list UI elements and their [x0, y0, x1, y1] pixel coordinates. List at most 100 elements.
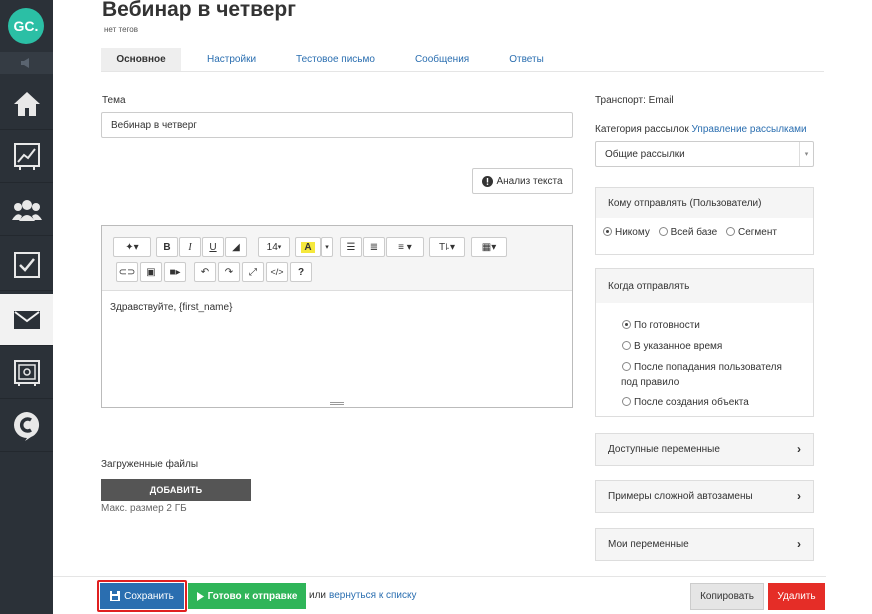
undo-icon: ↶ [200, 266, 210, 278]
magic-style-button[interactable]: ✦▾ [113, 237, 151, 257]
editor-toolbar: ✦▾ B I U ◢ 14 ▾ A ▾ ☰ ≣ ≡ ▾ T꜕▾ ▦▾ ⊂⊃ ▣ ■… [102, 226, 572, 291]
logo[interactable]: GC. [8, 8, 44, 44]
users-icon [11, 199, 42, 221]
editor-content[interactable]: Здравствуйте, {first_name} [110, 302, 232, 313]
exclamation-circle-icon [482, 175, 494, 187]
numbered-list-button[interactable]: ≣ [363, 237, 385, 257]
table-button[interactable]: ▦▾ [471, 237, 507, 257]
radio-icon [622, 397, 631, 406]
tab-settings[interactable]: Настройки [181, 48, 272, 71]
category-label: Категория рассылок Управление рассылками [595, 124, 807, 135]
align-icon: ≡ ▾ [398, 241, 412, 253]
tags-label[interactable]: нет тегов [104, 25, 138, 34]
when-title: Когда отправлять [596, 269, 813, 303]
video-button[interactable]: ■▸ [164, 262, 186, 282]
uploaded-files-label: Загруженные файлы [101, 459, 199, 470]
announcements-icon[interactable] [0, 52, 53, 74]
align-button[interactable]: ≡ ▾ [386, 237, 424, 257]
font-size-select[interactable]: 14 ▾ [258, 237, 290, 257]
radio-when-ready-label: По готовности [634, 320, 700, 331]
radio-segment[interactable]: Сегмент [725, 227, 777, 238]
save-button-label: Сохранить [124, 590, 174, 602]
radio-scheduled-time[interactable]: В указанное время [622, 336, 813, 357]
sidebar-item-users[interactable] [0, 184, 53, 236]
tab-bar: Основное Настройки Тестовое письмо Сообщ… [101, 48, 824, 72]
recipients-panel: Кому отправлять (Пользователи) Никому Вс… [595, 187, 814, 255]
ready-to-send-button[interactable]: Готово к отправке [188, 583, 306, 609]
back-to-list-link[interactable]: вернуться к списку [329, 590, 416, 601]
available-variables-section[interactable]: Доступные переменные › [595, 433, 814, 466]
fullscreen-button[interactable]: ⤢ [242, 262, 264, 282]
radio-after-object[interactable]: После создания объекта [622, 392, 813, 413]
link-button[interactable]: ⊂⊃ [116, 262, 138, 282]
email-editor[interactable]: ✦▾ B I U ◢ 14 ▾ A ▾ ☰ ≣ ≡ ▾ T꜕▾ ▦▾ ⊂⊃ ▣ ■… [101, 225, 573, 408]
autoreplace-examples-section[interactable]: Примеры сложной автозамены › [595, 480, 814, 513]
transport-label: Транспорт: Email [595, 95, 674, 106]
delete-button[interactable]: Удалить [768, 583, 825, 610]
tab-main[interactable]: Основное [101, 48, 181, 71]
radio-all-base[interactable]: Всей базе [658, 227, 717, 238]
radio-icon [725, 227, 735, 236]
play-icon [196, 591, 204, 601]
radio-scheduled-time-label: В указанное время [634, 341, 723, 352]
bullet-list-button[interactable]: ☰ [340, 237, 362, 257]
recipients-options: Никому Всей базе Сегмент [596, 218, 813, 238]
radio-icon [658, 227, 668, 236]
sidebar-item-stats[interactable] [0, 131, 53, 183]
fullscreen-icon: ⤢ [249, 266, 257, 278]
font-size-value: 14 [266, 241, 278, 253]
chat-icon [13, 411, 39, 441]
editor-resize-handle[interactable] [330, 402, 344, 405]
image-button[interactable]: ▣ [140, 262, 162, 282]
when-panel: Когда отправлять По готовности В указанн… [595, 268, 814, 417]
table-icon: ▦▾ [481, 241, 497, 253]
floppy-icon [110, 591, 121, 601]
link-icon: ⊂⊃ [118, 266, 136, 278]
sidebar-item-chat[interactable] [0, 400, 53, 452]
code-view-button[interactable]: </> [266, 262, 288, 282]
radio-nobody[interactable]: Никому [603, 227, 650, 238]
highlight-color-button[interactable]: A [295, 237, 321, 257]
help-button[interactable]: ? [290, 262, 312, 282]
sidebar: GC. [0, 0, 53, 614]
recipients-title: Кому отправлять (Пользователи) [596, 188, 813, 218]
numbered-list-icon: ≣ [369, 241, 379, 253]
chevron-right-icon: › [797, 442, 801, 456]
radio-after-rule[interactable]: После попадания пользователя под правило [621, 360, 813, 390]
highlight-dropdown[interactable]: ▾ [321, 237, 333, 257]
subject-input[interactable]: Вебинар в четверг [101, 112, 573, 138]
copy-button[interactable]: Копировать [690, 583, 764, 610]
redo-button[interactable]: ↷ [218, 262, 240, 282]
clear-format-button[interactable]: ◢ [225, 237, 247, 257]
sidebar-item-tasks[interactable] [0, 239, 53, 291]
radio-when-ready[interactable]: По готовности [622, 315, 813, 336]
undo-button[interactable]: ↶ [194, 262, 216, 282]
tab-messages[interactable]: Сообщения [391, 48, 485, 71]
my-variables-section[interactable]: Мои переменные › [595, 528, 814, 561]
save-button[interactable]: Сохранить [100, 583, 184, 609]
radio-after-rule-label-2: под правило [621, 377, 680, 388]
radio-nobody-label: Никому [615, 227, 650, 238]
bold-button[interactable]: B [156, 237, 178, 257]
chart-icon [13, 142, 40, 170]
tab-test-letter[interactable]: Тестовое письмо [272, 48, 391, 71]
category-select[interactable]: Общие рассылки ▾ [595, 141, 814, 167]
available-variables-label: Доступные переменные [608, 444, 720, 455]
redo-icon: ↷ [224, 266, 234, 278]
text-style-button[interactable]: T꜕▾ [429, 237, 465, 257]
underline-icon: U [209, 241, 217, 253]
sidebar-item-mail[interactable] [0, 294, 53, 346]
tab-replies[interactable]: Ответы [485, 48, 560, 71]
help-icon: ? [297, 266, 305, 278]
underline-button[interactable]: U [202, 237, 224, 257]
analyze-text-button[interactable]: Анализ текста [472, 168, 573, 194]
eraser-icon: ◢ [232, 241, 240, 253]
sidebar-item-safe[interactable] [0, 347, 53, 399]
subject-label: Тема [102, 95, 126, 106]
add-file-button[interactable]: ДОБАВИТЬ [101, 479, 251, 501]
italic-button[interactable]: I [179, 237, 201, 257]
manage-mailings-link[interactable]: Управление рассылками [692, 124, 807, 135]
page-title: Вебинар в четверг [102, 0, 296, 21]
highlight-icon: A [301, 241, 315, 253]
sidebar-item-home[interactable] [0, 78, 53, 130]
